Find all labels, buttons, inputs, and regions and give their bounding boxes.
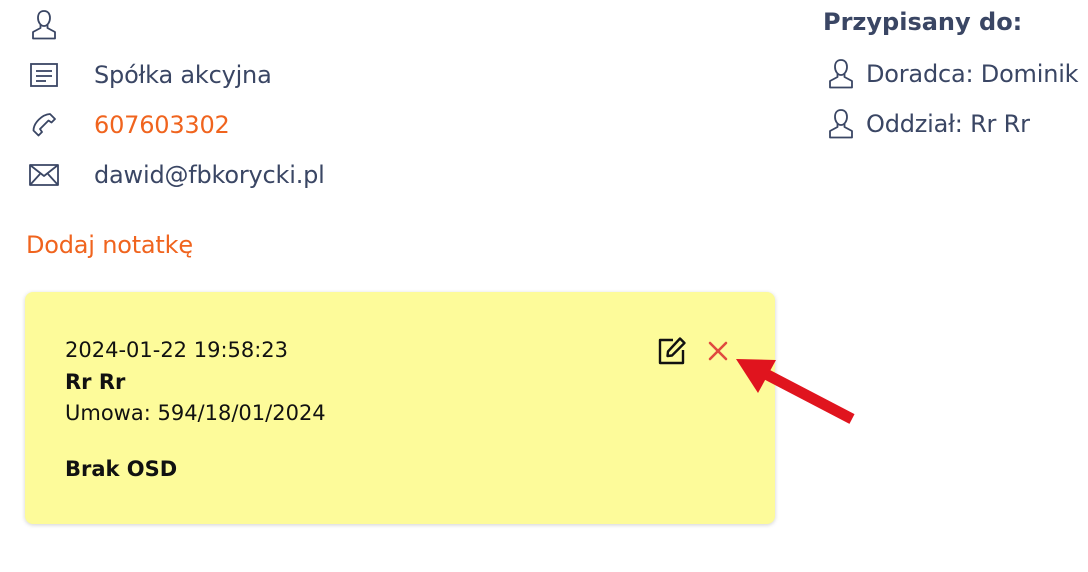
note-body: Brak OSD [65,457,178,481]
company-type-row: Spółka akcyjna [26,57,272,93]
delete-note-button[interactable] [703,336,733,366]
phone-icon [26,107,62,143]
note-author: Rr Rr [65,370,126,394]
note-card: 2024-01-22 19:58:23 Rr Rr Umowa: 594/18/… [25,292,775,524]
company-type: Spółka akcyjna [94,61,272,89]
note-contract: Umowa: 594/18/01/2024 [65,401,326,425]
assigned-branch: Oddział: Rr Rr [866,110,1030,138]
user-icon [823,106,859,142]
user-icon [26,7,62,43]
contact-name-row [26,7,94,43]
assigned-branch-row: Oddział: Rr Rr [823,106,1030,142]
edit-icon [658,337,686,365]
email-row: dawid@fbkorycki.pl [26,157,325,193]
mail-icon [26,157,62,193]
assigned-title: Przypisany do: [823,8,1023,36]
phone-row: 607603302 [26,107,230,143]
client-details-page: Spółka akcyjna 607603302 dawid@fbkorycki… [0,0,1088,572]
annotation-arrow [736,359,855,424]
phone-link[interactable]: 607603302 [94,111,230,139]
email-address[interactable]: dawid@fbkorycki.pl [94,161,325,189]
assigned-advisor: Doradca: Dominik [866,60,1079,88]
note-datetime: 2024-01-22 19:58:23 [65,338,289,362]
edit-note-button[interactable] [657,336,687,366]
add-note-link[interactable]: Dodaj notatkę [26,231,193,259]
user-icon [823,56,859,92]
close-icon [708,341,728,361]
document-icon [26,57,62,93]
assigned-advisor-row: Doradca: Dominik [823,56,1079,92]
